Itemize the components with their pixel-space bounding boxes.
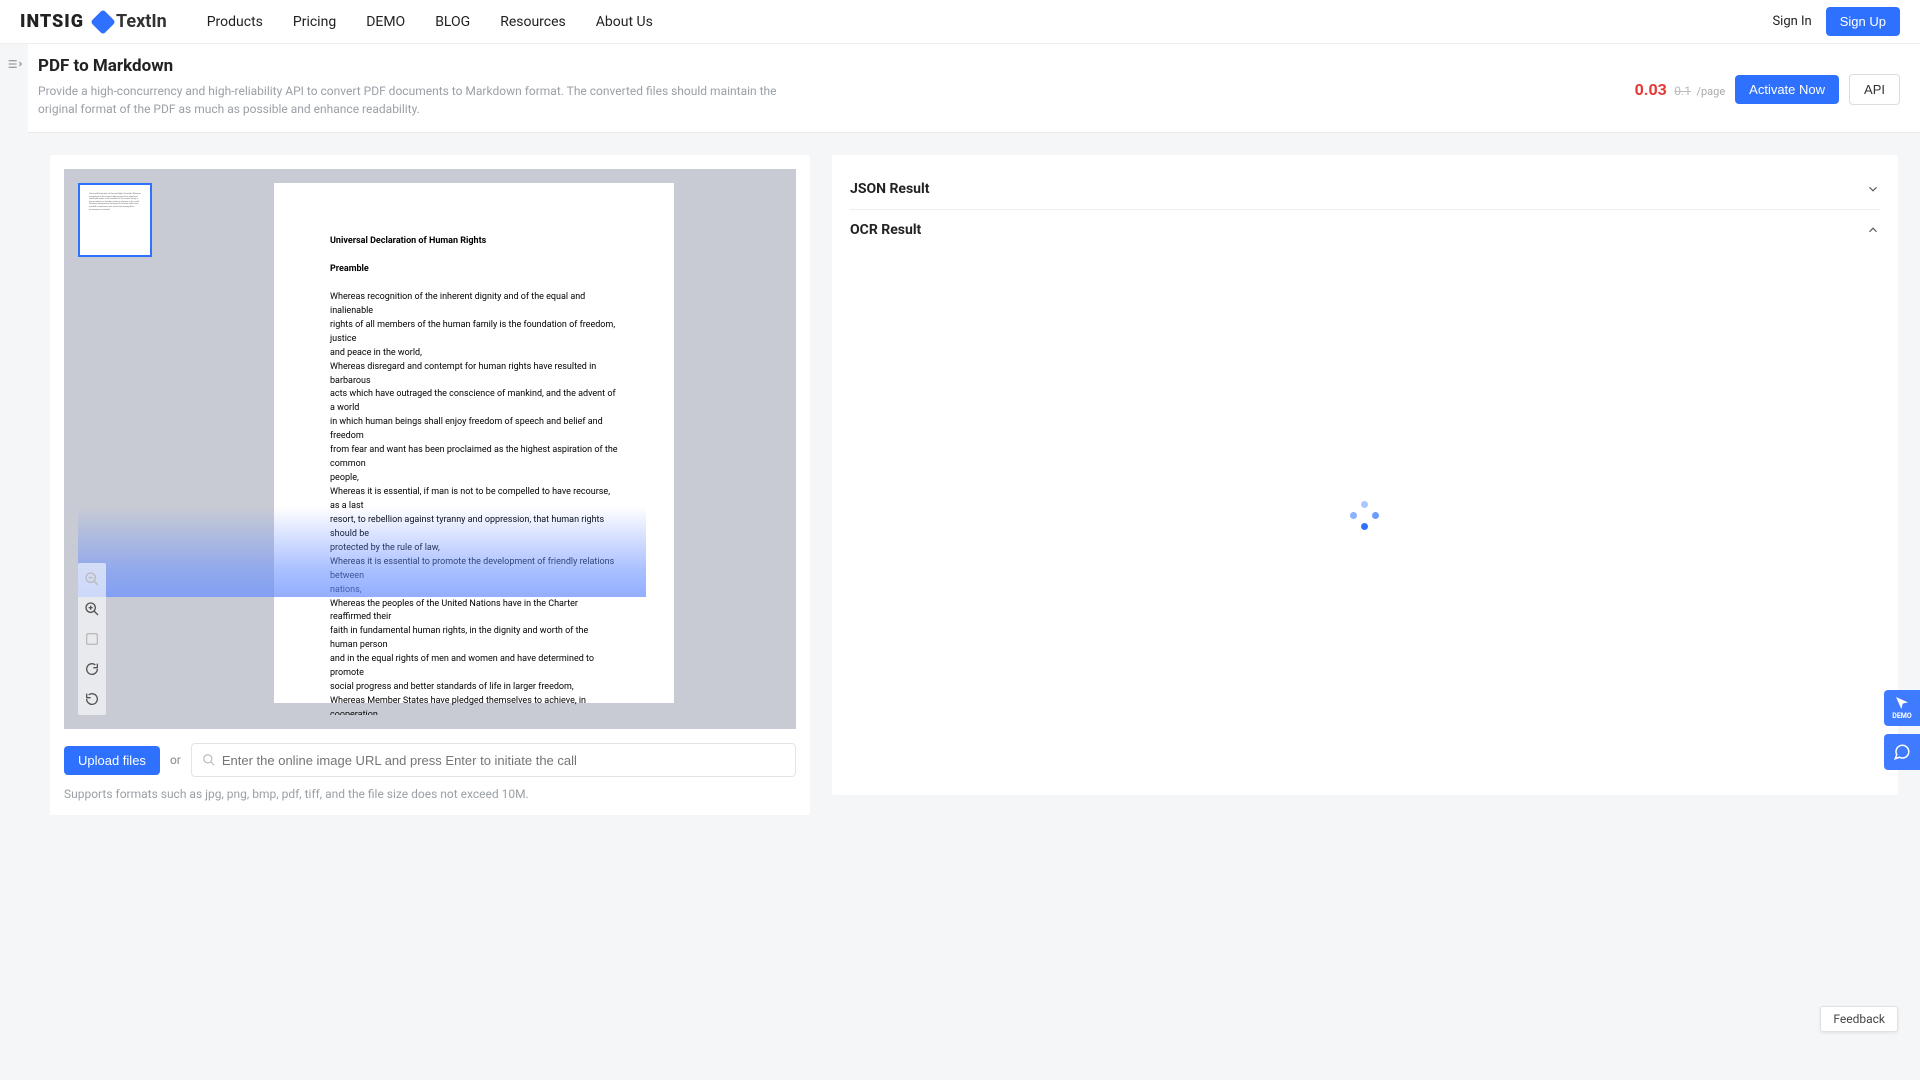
doc-line: from fear and want has been proclaimed a… [330,444,618,472]
upload-files-button[interactable]: Upload files [64,746,160,775]
price-block: 0.03 0.1 /page [1635,80,1726,99]
logo-intsig[interactable]: INTSIG [20,11,84,32]
upload-row: Upload files or [64,743,796,777]
doc-title: Universal Declaration of Human Rights [330,235,618,249]
ocr-result-toggle[interactable]: OCR Result [850,210,1880,250]
or-label: or [170,753,181,767]
floating-buttons: DEMO [1884,690,1920,770]
zoom-in-icon [84,601,100,617]
doc-line: Whereas the peoples of the United Nation… [330,598,618,626]
rotate-ccw-button[interactable] [82,689,102,709]
api-button[interactable]: API [1849,74,1900,105]
nav-blog[interactable]: BLOG [435,14,470,30]
rotate-ccw-icon [84,691,100,707]
doc-line: faith in fundamental human rights, in th… [330,625,618,653]
chat-icon [1893,743,1911,761]
zoom-toolbar [78,563,106,715]
loading-spinner-icon [1350,501,1380,531]
price-unit: /page [1696,85,1725,98]
doc-line: rights of all members of the human famil… [330,319,618,347]
fit-width-button[interactable] [82,629,102,649]
ocr-result-section: OCR Result [850,210,1880,250]
page-description: Provide a high-concurrency and high-reli… [38,82,798,118]
nav-about[interactable]: About Us [596,14,653,30]
sign-up-button[interactable]: Sign Up [1826,7,1900,36]
demo-float-button[interactable]: DEMO [1884,690,1920,726]
page-header: PDF to Markdown Provide a high-concurren… [28,44,1920,133]
doc-body: Whereas recognition of the inherent dign… [330,291,618,715]
doc-line: protected by the rule of law, [330,542,618,556]
sidebar-collapse-handle[interactable] [0,44,28,837]
price-old: 0.1 [1674,84,1691,98]
doc-line: people, [330,472,618,486]
rotate-cw-icon [84,661,100,677]
rendered-page: Universal Declaration of Human Rights Pr… [274,183,674,703]
auth-group: Sign In Sign Up [1772,7,1900,36]
logo-group: INTSIG TextIn [20,11,167,32]
cube-icon [90,9,115,34]
cursor-icon [1894,695,1910,711]
doc-line: Whereas it is essential to promote the d… [330,556,618,584]
preview-panel: Universal Declaration of Human Rights Pr… [50,155,810,815]
doc-line: acts which have outraged the conscience … [330,388,618,416]
doc-line: Whereas Member States have pledged thems… [330,695,618,715]
search-icon [202,753,216,767]
page-title: PDF to Markdown [38,56,1635,76]
nav-products[interactable]: Products [207,14,263,30]
zoom-out-icon [84,571,100,587]
content-area: Universal Declaration of Human Rights Pr… [28,133,1920,837]
sign-in-link[interactable]: Sign In [1772,14,1811,29]
main-nav: Products Pricing DEMO BLOG Resources Abo… [207,14,653,30]
json-result-label: JSON Result [850,181,929,197]
upload-hint: Supports formats such as jpg, png, bmp, … [64,787,796,801]
fit-width-icon [84,631,100,647]
doc-line: and in the equal rights of men and women… [330,653,618,681]
logo-textin-label: TextIn [116,11,167,32]
ocr-result-label: OCR Result [850,222,921,238]
price-current: 0.03 [1635,80,1667,99]
demo-float-label: DEMO [1890,711,1913,721]
feedback-button[interactable]: Feedback [1820,1006,1898,1032]
results-panel: JSON Result OCR Result [832,155,1898,795]
json-result-toggle[interactable]: JSON Result [850,169,1880,209]
nav-demo[interactable]: DEMO [366,14,405,30]
chevron-up-icon [1866,223,1880,237]
doc-line: nations, [330,584,618,598]
doc-line: Whereas recognition of the inherent dign… [330,291,618,319]
zoom-in-button[interactable] [82,599,102,619]
chevron-down-icon [1866,182,1880,196]
nav-resources[interactable]: Resources [500,14,566,30]
page-actions: 0.03 0.1 /page Activate Now API [1635,56,1920,105]
doc-line: in which human beings shall enjoy freedo… [330,416,618,444]
top-nav: INTSIG TextIn Products Pricing DEMO BLOG… [0,0,1920,44]
json-result-section: JSON Result [850,169,1880,210]
url-input-wrap[interactable] [191,743,796,777]
doc-subtitle: Preamble [330,263,618,277]
doc-line: Whereas disregard and contempt for human… [330,361,618,389]
doc-line: social progress and better standards of … [330,681,618,695]
rotate-cw-button[interactable] [82,659,102,679]
doc-line: and peace in the world, [330,347,618,361]
ocr-result-body [850,250,1880,781]
preview-stage: Universal Declaration of Human Rights Pr… [64,169,796,729]
nav-pricing[interactable]: Pricing [293,14,336,30]
doc-line: resort, to rebellion against tyranny and… [330,514,618,542]
zoom-out-button[interactable] [82,569,102,589]
page-thumbnail-1[interactable]: Universal Declaration of Human Rights Pr… [78,183,152,257]
collapse-icon [6,56,22,72]
paper-stage: Universal Declaration of Human Rights Pr… [166,183,782,715]
doc-line: Whereas it is essential, if man is not t… [330,486,618,514]
logo-textin[interactable]: TextIn [94,11,167,32]
activate-now-button[interactable]: Activate Now [1735,75,1839,104]
url-input[interactable] [222,753,785,768]
chat-float-button[interactable] [1884,734,1920,770]
thumbnail-preview: Universal Declaration of Human Rights Pr… [85,189,145,251]
